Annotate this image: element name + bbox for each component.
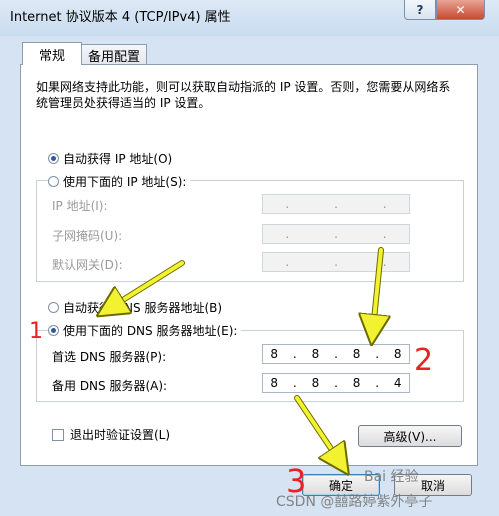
default-gateway-dot-2: . [334,255,338,269]
alternate-dns-label: 备用 DNS 服务器(A): [52,379,168,393]
subnet-mask-field[interactable]: . . . [262,224,410,244]
description-text: 如果网络支持此功能，则可以获取自动指派的 IP 设置。否则，您需要从网络系统管理… [36,80,451,110]
validate-option[interactable]: 退出时验证设置(L) [52,426,170,443]
ip-address-dot-2: . [334,197,338,211]
ip-auto-label: 自动获得 IP 地址(O) [63,152,173,166]
ip-address-field[interactable]: . . . [262,194,410,214]
ip-address-label: IP 地址(I): [52,199,108,213]
preferred-dns-octet-4: 8 [393,347,402,361]
alternate-dns-octet-3: 8 [352,376,361,390]
alternate-dns-octet-1: 8 [270,376,279,390]
default-gateway-field[interactable]: . . . [262,252,410,272]
csdn-watermark: CSDN @囍路婷紫外亭子 [276,494,433,510]
tab-alternate-configuration[interactable]: 备用配置 [81,44,147,65]
close-button[interactable]: ✕ [436,0,485,20]
dns-manual-label: 使用下面的 DNS 服务器地址(E): [63,324,238,338]
default-gateway-dot-1: . [285,255,290,269]
dns-auto-option[interactable]: 自动获得 DNS 服务器地址(B) [48,299,222,316]
validate-checkbox[interactable] [52,428,64,441]
ip-manual-radio[interactable] [48,176,59,187]
default-gateway-dot-3: . [382,255,387,269]
ip-auto-radio[interactable] [48,153,59,164]
subnet-mask-dot-2: . [334,227,338,241]
alternate-dns-octet-2: 8 [311,376,320,390]
dns-manual-radio[interactable] [48,325,59,336]
help-button[interactable]: ? [404,0,436,20]
validate-label: 退出时验证设置(L) [70,428,171,442]
dns-manual-option[interactable]: 使用下面的 DNS 服务器地址(E): [48,322,242,339]
baidu-watermark: Bai 经验 [364,469,419,485]
dns-auto-radio[interactable] [48,302,59,313]
default-gateway-label: 默认网关(D): [52,258,123,272]
subnet-mask-dot-1: . [285,227,290,241]
advanced-button[interactable]: 高级(V)... [358,425,462,447]
ip-address-dot-1: . [285,197,290,211]
ip-address-dot-3: . [382,197,387,211]
subnet-mask-dot-3: . [382,227,387,241]
dns-auto-label: 自动获得 DNS 服务器地址(B) [63,301,223,315]
preferred-dns-octet-2: 8 [311,347,320,361]
ip-manual-option[interactable]: 使用下面的 IP 地址(S): [48,173,191,190]
preferred-dns-octet-1: 8 [270,347,279,361]
subnet-mask-label: 子网掩码(U): [52,229,123,243]
tab-general[interactable]: 常规 [22,42,82,65]
window-title: Internet 协议版本 4 (TCP/IPv4) 属性 [10,10,231,25]
alternate-dns-field[interactable]: 8. 8. 8. 4 [262,373,410,393]
ip-auto-option[interactable]: 自动获得 IP 地址(O) [48,150,172,167]
alternate-dns-octet-4: 4 [393,376,402,390]
preferred-dns-octet-3: 8 [352,347,361,361]
ip-manual-label: 使用下面的 IP 地址(S): [63,175,187,189]
preferred-dns-field[interactable]: 8. 8. 8. 8 [262,344,410,364]
preferred-dns-label: 首选 DNS 服务器(P): [52,350,167,364]
